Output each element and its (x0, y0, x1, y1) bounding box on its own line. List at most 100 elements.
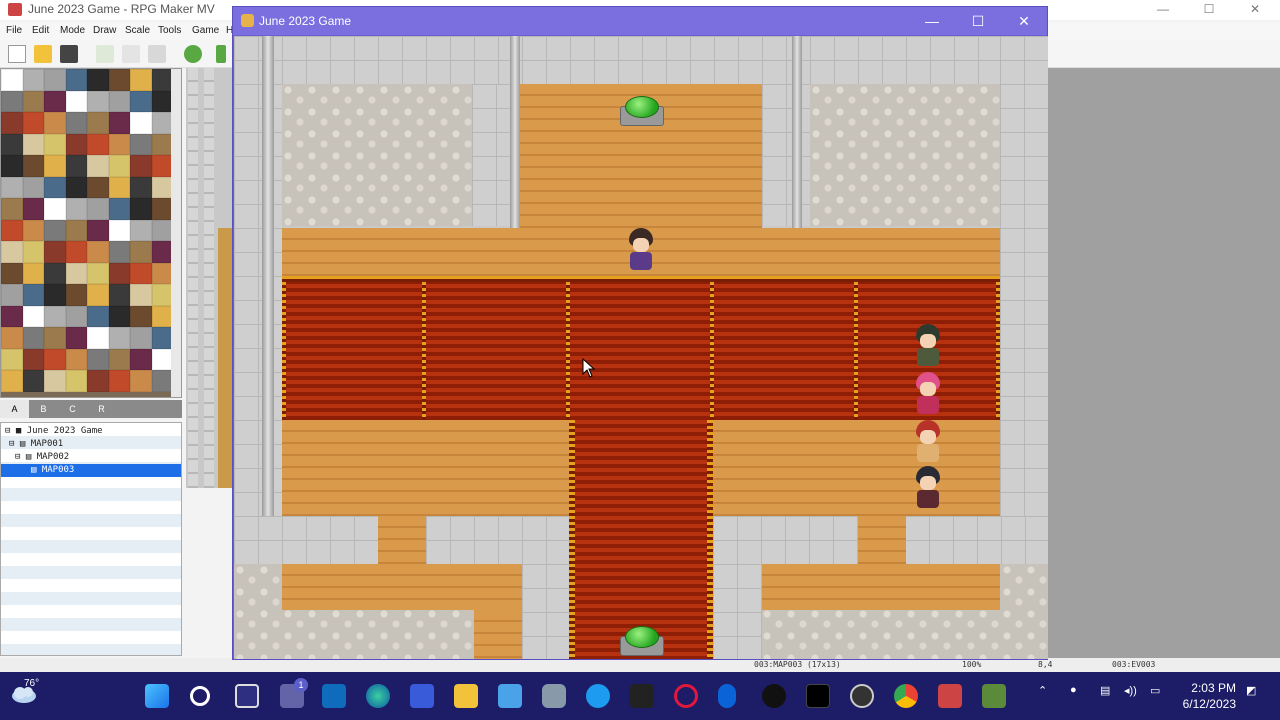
tileset-tile[interactable] (22, 176, 44, 198)
tileset-tile[interactable] (65, 262, 87, 284)
terminal-icon[interactable] (806, 684, 830, 708)
obs-icon[interactable] (850, 684, 874, 708)
tileset-tile[interactable] (1, 241, 23, 263)
tileset-tile[interactable] (130, 284, 152, 306)
tileset-tile[interactable] (1, 348, 23, 370)
tileset-tile[interactable] (1, 155, 23, 177)
tileset-tile[interactable] (22, 305, 44, 327)
network-icon[interactable]: ▤ (1100, 684, 1110, 697)
tileset-tile[interactable] (151, 370, 173, 392)
tileset-tile[interactable] (44, 241, 66, 263)
tileset-tile[interactable] (151, 90, 173, 112)
tileset-tile[interactable] (65, 133, 87, 155)
tileset-tile[interactable] (65, 198, 87, 220)
tileset-tile[interactable] (44, 262, 66, 284)
tileset-tile[interactable] (1, 112, 23, 134)
tileset-tile[interactable] (22, 241, 44, 263)
notifications-icon[interactable]: ◩ (1246, 684, 1256, 697)
tileset-tile[interactable] (87, 133, 109, 155)
layer-icon[interactable] (216, 45, 226, 63)
tileset-tile[interactable] (65, 219, 87, 241)
start-icon[interactable] (145, 684, 169, 708)
weather-widget[interactable]: 76° (10, 678, 39, 706)
tileset-tile[interactable] (22, 69, 44, 91)
tileset-tile[interactable] (44, 176, 66, 198)
tileset-tile[interactable] (108, 284, 130, 306)
opera-icon[interactable] (674, 684, 698, 708)
tileset-tile[interactable] (151, 327, 173, 349)
cut-icon[interactable] (96, 45, 114, 63)
tileset-tile[interactable] (87, 155, 109, 177)
tileset-tile[interactable] (87, 348, 109, 370)
tileset-tile[interactable] (151, 133, 173, 155)
tileset-tile[interactable] (22, 90, 44, 112)
tileset-tile[interactable] (108, 219, 130, 241)
map-editor-canvas[interactable] (186, 68, 236, 488)
store-icon[interactable] (322, 684, 346, 708)
rpgmaker-icon[interactable] (938, 684, 962, 708)
tileset-tile[interactable] (151, 69, 173, 91)
tileset-tile[interactable] (44, 219, 66, 241)
tileset-tile[interactable] (108, 370, 130, 392)
chrome-icon[interactable] (894, 684, 918, 708)
tileset-tile[interactable] (44, 112, 66, 134)
menu-edit[interactable]: Edit (32, 25, 49, 36)
twitter-icon[interactable] (586, 684, 610, 708)
photos-icon[interactable] (498, 684, 522, 708)
tileset-tile[interactable] (65, 155, 87, 177)
affinity-icon[interactable] (630, 684, 654, 708)
menu-file[interactable]: File (6, 25, 22, 36)
search-icon[interactable] (190, 686, 210, 706)
tileset-tile[interactable] (151, 305, 173, 327)
editor-maximize-button[interactable]: ☐ (1186, 0, 1232, 20)
show-hidden-icons-icon[interactable]: ⌃ (1038, 684, 1047, 697)
menu-mode[interactable]: Mode (60, 25, 85, 36)
tileset-tile[interactable] (65, 305, 87, 327)
editor-minimize-button[interactable]: — (1140, 0, 1186, 20)
tileset-tile[interactable] (151, 112, 173, 134)
tileset-tile[interactable] (108, 112, 130, 134)
tileset-tile[interactable] (87, 370, 109, 392)
menu-scale[interactable]: Scale (125, 25, 150, 36)
tileset-tile[interactable] (44, 327, 66, 349)
tileset-tile[interactable] (108, 198, 130, 220)
tileset-tile[interactable] (87, 262, 109, 284)
paste-icon[interactable] (148, 45, 166, 63)
tileset-tile[interactable] (44, 155, 66, 177)
tileset-tile[interactable] (65, 69, 87, 91)
green-switch-bottom[interactable] (620, 624, 664, 658)
tileset-tile[interactable] (151, 219, 173, 241)
tileset-tile[interactable] (87, 176, 109, 198)
menu-game[interactable]: Game (192, 25, 219, 36)
tileset-tile[interactable] (65, 348, 87, 370)
tileset-tile[interactable] (87, 198, 109, 220)
tree-item-map002[interactable]: ⊟ ▤ MAP002 (15, 451, 69, 464)
tileset-tile[interactable] (108, 327, 130, 349)
tileset-tile[interactable] (22, 284, 44, 306)
tileset-tile[interactable] (22, 370, 44, 392)
tileset-tile[interactable] (44, 284, 66, 306)
tab-c[interactable]: C (58, 400, 87, 418)
tree-item-project[interactable]: ⊟ ■ June 2023 Game (5, 425, 103, 438)
tileset-tile[interactable] (130, 155, 152, 177)
tileset-tile[interactable] (44, 69, 66, 91)
tileset-tile[interactable] (130, 370, 152, 392)
tileset-tile[interactable] (65, 241, 87, 263)
new-project-icon[interactable] (8, 45, 26, 63)
tileset-tile[interactable] (44, 305, 66, 327)
tileset-tile[interactable] (87, 112, 109, 134)
tileset-tile[interactable] (108, 262, 130, 284)
party-member-red[interactable] (912, 420, 944, 466)
task-view-icon[interactable] (235, 684, 259, 708)
teams-icon[interactable]: 1 (280, 678, 308, 708)
file-explorer-icon[interactable] (454, 684, 478, 708)
save-project-icon[interactable] (60, 45, 78, 63)
tileset-tile[interactable] (108, 348, 130, 370)
volume-icon[interactable]: ◂)) (1124, 684, 1137, 697)
tileset-tile[interactable] (130, 198, 152, 220)
menu-draw[interactable]: Draw (93, 25, 116, 36)
tree-item-map003[interactable]: ▤ MAP003 (1, 464, 181, 477)
tileset-tile[interactable] (130, 327, 152, 349)
tileset-tile[interactable] (1, 90, 23, 112)
tileset-tile[interactable] (130, 176, 152, 198)
